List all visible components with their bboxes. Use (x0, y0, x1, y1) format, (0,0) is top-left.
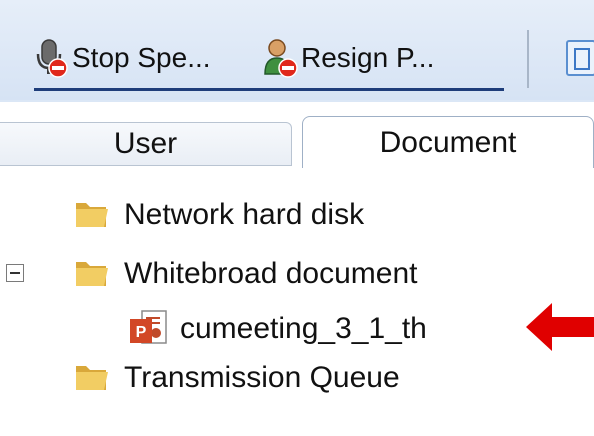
tree-item-transmission-queue[interactable]: Transmission Queue (74, 353, 400, 403)
tree-item-whitebroad-document[interactable]: Whitebroad document (74, 249, 418, 299)
powerpoint-file-icon: P (128, 309, 168, 349)
resign-presenter-label: Resign P... (301, 42, 435, 73)
tree-item-network-hard-disk[interactable]: Network hard disk (74, 190, 364, 240)
document-tree: Network hard disk Whitebroad document P … (0, 168, 594, 436)
tree-item-cumeeting-3-1-th[interactable]: P cumeeting_3_1_th (128, 304, 427, 354)
document-panel: User Document Network hard disk Whitebro… (0, 102, 594, 436)
tree-item-label: Whitebroad document (124, 257, 418, 290)
tree-item-label: Network hard disk (124, 198, 365, 231)
layout-icon (574, 48, 590, 70)
folder-icon (74, 258, 110, 290)
tree-item-label: Transmission Queue (124, 361, 400, 394)
user-remove-icon (263, 38, 299, 78)
collapse-toggle[interactable] (6, 264, 24, 282)
tab-user-label: User (113, 127, 178, 160)
resign-presenter-button[interactable]: Resign P... (263, 36, 434, 80)
tree-item-label: cumeeting_3_1_th (180, 312, 427, 345)
toolbar-separator (527, 30, 529, 88)
tab-strip: User Document (0, 102, 594, 168)
tab-user[interactable]: User (0, 122, 292, 166)
toolbar-underline (34, 88, 504, 91)
svg-text:P: P (136, 324, 147, 341)
tab-document[interactable]: Document (302, 116, 594, 168)
folder-icon (74, 199, 110, 231)
microphone-stop-icon (34, 38, 70, 78)
red-arrow-icon (526, 303, 594, 351)
folder-icon (74, 362, 110, 394)
toolbar: Stop Spe... Resign P... (0, 0, 594, 100)
tab-document-label: Document (379, 125, 517, 159)
layout-toggle-button[interactable] (566, 40, 594, 76)
stop-speaking-button[interactable]: Stop Spe... (34, 36, 211, 80)
stop-speaking-label: Stop Spe... (72, 42, 211, 73)
